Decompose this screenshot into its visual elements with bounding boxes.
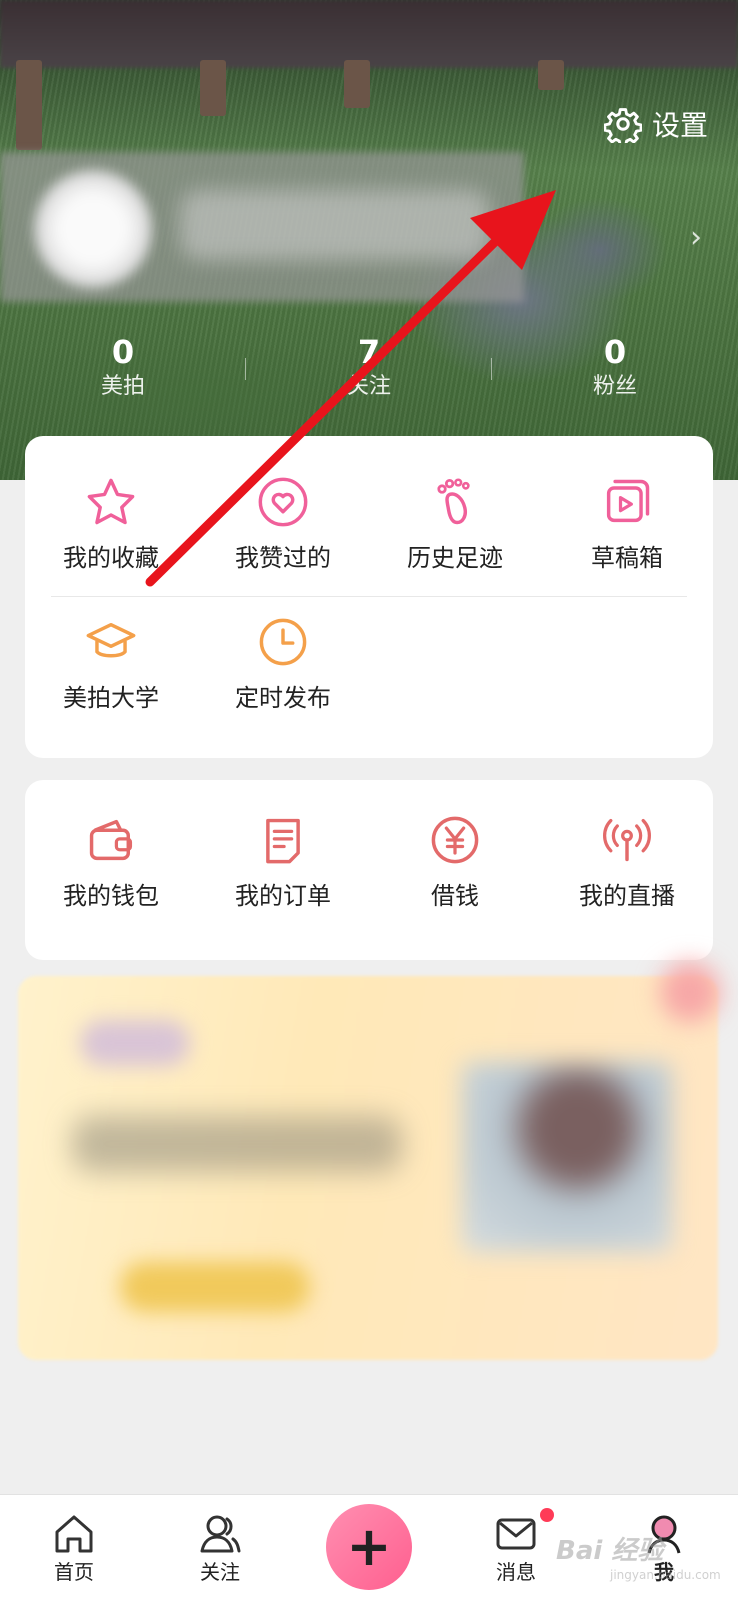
mail-icon <box>496 1518 536 1550</box>
stat-following-count: 7 <box>357 333 381 371</box>
meipai-university-button[interactable]: 美拍大学 <box>25 612 197 714</box>
features-row-1: 我的收藏 我赞过的 历史足迹 草稿箱 <box>25 472 713 574</box>
stat-fans-label: 粉丝 <box>592 374 637 399</box>
history-label: 历史足迹 <box>407 544 503 572</box>
my-favorites-button[interactable]: 我的收藏 <box>25 472 197 574</box>
yen-icon <box>431 816 479 864</box>
orders-button[interactable]: 我的订单 <box>197 810 369 912</box>
tree-trunk <box>344 60 370 108</box>
history-button[interactable]: 历史足迹 <box>369 472 541 574</box>
banner-blur-badge <box>80 1020 190 1066</box>
services-card: 我的钱包 我的订单 借钱 我的直播 <box>25 780 713 960</box>
footprint-icon <box>437 478 470 525</box>
settings-button[interactable]: 设置 <box>604 104 708 144</box>
features-card: 我的收藏 我赞过的 历史足迹 草稿箱 美拍大学 定时发布 <box>25 436 713 758</box>
tab-home[interactable]: 首页 <box>24 1495 124 1587</box>
tree-trunk <box>538 60 564 90</box>
order-icon <box>266 818 300 864</box>
profile-header-background: 设置 › 0 美拍 7 关注 0 粉丝 <box>0 0 738 480</box>
drafts-label: 草稿箱 <box>591 544 663 572</box>
banner-blur-image <box>462 1062 672 1252</box>
tab-follow[interactable]: 关注 <box>170 1495 270 1587</box>
stat-posts[interactable]: 0 美拍 <box>0 332 246 402</box>
clock-icon <box>259 618 307 666</box>
my-favorites-label: 我的收藏 <box>63 544 159 572</box>
notification-dot <box>540 1508 554 1522</box>
borrow-money-label: 借钱 <box>431 882 479 910</box>
home-icon <box>55 1515 93 1553</box>
borrow-money-button[interactable]: 借钱 <box>369 810 541 912</box>
banner-blur-title <box>72 1116 402 1172</box>
follow-icon <box>200 1515 241 1553</box>
tree-trunk <box>16 60 42 150</box>
meipai-university-label: 美拍大学 <box>63 684 159 712</box>
my-live-button[interactable]: 我的直播 <box>541 810 713 912</box>
orders-label: 我的订单 <box>235 882 331 910</box>
avatar[interactable] <box>34 170 152 288</box>
settings-label: 设置 <box>652 109 709 142</box>
heart-circle-icon <box>258 477 308 527</box>
stat-posts-count: 0 <box>111 333 135 371</box>
banner-blur-corner <box>660 962 720 1022</box>
profile-screen: 设置 › 0 美拍 7 关注 0 粉丝 我的收藏 我赞过的 历史足迹 草稿箱 美… <box>0 0 738 1600</box>
scheduled-post-button[interactable]: 定时发布 <box>197 612 369 714</box>
profile-stats: 0 美拍 7 关注 0 粉丝 <box>0 332 738 402</box>
wallet-button[interactable]: 我的钱包 <box>25 810 197 912</box>
tab-follow-label: 关注 <box>200 1560 240 1584</box>
graduation-cap-icon <box>86 622 136 658</box>
plus-icon: + <box>346 1515 392 1578</box>
gear-icon <box>604 108 642 143</box>
tab-messages-label: 消息 <box>496 1560 536 1584</box>
live-broadcast-icon <box>603 818 651 862</box>
banner-blur-button <box>120 1262 310 1312</box>
blurred-username <box>180 190 490 260</box>
wallet-label: 我的钱包 <box>63 882 159 910</box>
stat-following-label: 关注 <box>346 374 391 399</box>
stat-fans[interactable]: 0 粉丝 <box>492 332 738 402</box>
features-row-2: 美拍大学 定时发布 <box>25 612 713 714</box>
video-drafts-icon <box>606 479 650 523</box>
services-row: 我的钱包 我的订单 借钱 我的直播 <box>25 810 713 912</box>
create-post-button[interactable]: + <box>326 1504 412 1590</box>
my-live-label: 我的直播 <box>579 882 675 910</box>
stat-following[interactable]: 7 关注 <box>246 332 492 402</box>
stat-fans-count: 0 <box>603 333 627 371</box>
tree-trunk <box>200 60 226 116</box>
chevron-right-icon[interactable]: › <box>690 220 702 255</box>
divider <box>51 596 687 597</box>
watermark-url: jingyan.baidu.com <box>610 1568 721 1582</box>
status-bar-blurred <box>0 0 738 68</box>
star-icon <box>87 478 135 525</box>
tab-home-label: 首页 <box>54 1560 94 1584</box>
my-likes-button[interactable]: 我赞过的 <box>197 472 369 574</box>
watermark: Bai 经验 <box>556 1536 664 1566</box>
drafts-button[interactable]: 草稿箱 <box>541 472 713 574</box>
stat-posts-label: 美拍 <box>100 374 145 399</box>
wallet-icon <box>89 819 133 861</box>
scheduled-post-label: 定时发布 <box>235 684 331 712</box>
my-likes-label: 我赞过的 <box>235 544 331 572</box>
